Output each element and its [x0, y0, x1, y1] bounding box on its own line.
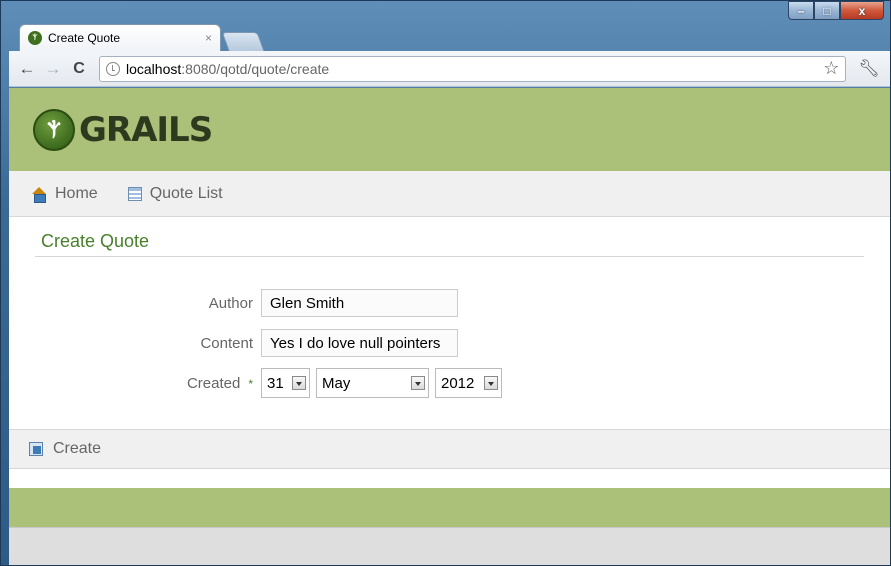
created-label: Created *: [186, 374, 253, 392]
chevron-down-icon[interactable]: [411, 376, 425, 390]
page-info-icon[interactable]: [106, 61, 120, 76]
address-bar[interactable]: localhost :8080/qotd/quote/create ☆: [99, 55, 847, 82]
forward-arrow-icon[interactable]: →: [41, 57, 65, 81]
grails-favicon-icon: Ⲯ: [28, 31, 42, 45]
bookmark-star-icon[interactable]: ☆: [823, 58, 839, 79]
home-icon: [31, 186, 47, 203]
nav-list-label: Quote List: [149, 184, 223, 202]
browser-tab[interactable]: Ⲯ Create Quote ×: [19, 24, 221, 51]
nav-home-link[interactable]: Home: [31, 185, 98, 203]
content-input[interactable]: [261, 329, 458, 357]
form-buttons-bar: Create: [9, 429, 890, 469]
save-icon: [29, 442, 43, 456]
logo-text: GRAILS: [79, 109, 213, 150]
chevron-down-icon[interactable]: [292, 376, 306, 390]
site-header: Ⲯ GRAILS: [9, 88, 890, 171]
grails-logo[interactable]: Ⲯ GRAILS: [33, 108, 213, 151]
back-arrow-icon[interactable]: ←: [15, 57, 39, 81]
browser-window: – □ x Ⲯ Create Quote × ← → C localhost :…: [0, 0, 891, 566]
nav-home-label: Home: [55, 184, 98, 202]
author-label: Author: [208, 294, 253, 312]
nav-quote-list-link[interactable]: Quote List: [127, 184, 223, 203]
new-tab-button[interactable]: [221, 32, 265, 51]
grails-cup-icon: Ⲯ: [33, 108, 75, 151]
year-value: 2012: [441, 374, 475, 392]
url-path: :8080/qotd/quote/create: [181, 60, 330, 77]
nav-bar: Home Quote List: [9, 171, 890, 217]
page-content: Create Quote Author Content Crea: [9, 217, 890, 399]
list-icon: [127, 186, 142, 201]
wrench-menu-icon[interactable]: 🔧︎: [858, 59, 880, 79]
chevron-down-icon[interactable]: [484, 376, 498, 390]
page-bottom-area: [9, 527, 890, 565]
window-controls: – □ x: [788, 1, 884, 22]
day-value: 31: [267, 374, 284, 392]
url-host: localhost: [126, 60, 182, 77]
author-row: Author: [35, 287, 864, 319]
created-year-select[interactable]: 2012: [435, 368, 502, 398]
created-month-select[interactable]: May: [316, 368, 429, 398]
content-row: Content: [35, 327, 864, 359]
required-indicator: *: [248, 376, 253, 391]
title-bar: – □ x Ⲯ Create Quote ×: [1, 1, 890, 53]
minimize-button[interactable]: –: [788, 1, 814, 20]
month-value: May: [322, 374, 351, 392]
page-title: Create Quote: [35, 231, 864, 257]
created-row: Created * 31 May 2012: [35, 367, 864, 399]
content-label: Content: [200, 334, 253, 352]
create-button-label: Create: [53, 440, 102, 457]
page-viewport: Ⲯ GRAILS Home Quote List Create Quote Au…: [9, 88, 890, 565]
close-window-button[interactable]: x: [840, 1, 884, 20]
reload-icon[interactable]: C: [67, 57, 91, 81]
create-quote-form: Author Content Created* 31: [35, 287, 864, 399]
maximize-button[interactable]: □: [814, 1, 840, 20]
browser-toolbar: ← → C localhost :8080/qotd/quote/create …: [9, 51, 890, 87]
site-footer: [9, 488, 890, 527]
author-input[interactable]: [261, 289, 458, 317]
tab-close-icon[interactable]: ×: [205, 31, 212, 45]
create-button[interactable]: Create: [29, 440, 101, 458]
tab-title: Create Quote: [48, 31, 121, 45]
created-day-select[interactable]: 31: [261, 368, 310, 398]
